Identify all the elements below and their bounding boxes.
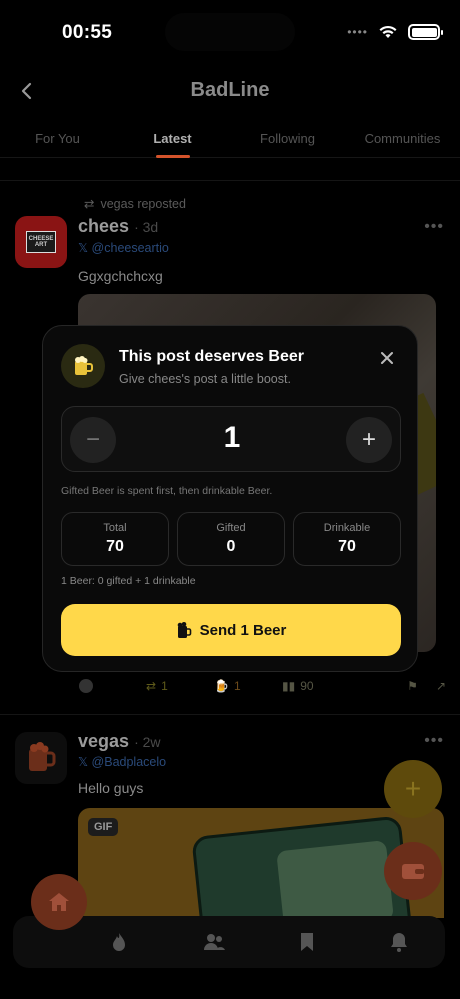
share-icon[interactable]: ↗: [436, 679, 446, 693]
stat-drinkable: Drinkable 70: [293, 512, 401, 566]
bookmark-icon[interactable]: ⚑: [407, 679, 418, 693]
modal-subtitle: Give chees's post a little boost.: [119, 372, 291, 386]
send-beer-button[interactable]: Send 1 Beer: [61, 604, 401, 656]
beer-mug-icon: [29, 742, 56, 771]
post-age: · 2w: [134, 734, 161, 750]
beer-breakdown: 1 Beer: 0 gifted + 1 drinkable: [61, 575, 196, 587]
close-icon[interactable]: [379, 350, 395, 366]
stat-value: 70: [338, 538, 356, 555]
handle-text: @cheeseartio: [91, 241, 169, 255]
fire-icon[interactable]: [110, 932, 128, 952]
app-header: BadLine: [0, 70, 460, 116]
plus-icon: +: [361, 426, 376, 453]
repost-count: 1: [161, 679, 168, 693]
comment-button[interactable]: [78, 678, 146, 694]
stat-value: 0: [226, 538, 236, 555]
page-title: BadLine: [190, 79, 270, 101]
beer-mug-icon: [177, 622, 191, 638]
post-handle[interactable]: 𝕏 @cheeseartio: [78, 240, 169, 255]
stat-gifted: Gifted 0: [177, 512, 285, 566]
home-icon: [49, 893, 69, 911]
gif-badge: GIF: [88, 818, 119, 836]
post-text: Hello guys: [78, 780, 144, 796]
post-divider: [0, 714, 460, 715]
repost-indicator: ⇄ vegas reposted: [84, 196, 186, 212]
repost-count-icon: ⇄: [146, 679, 157, 693]
bottom-nav: [13, 916, 445, 968]
views-button[interactable]: ▮▮ 90: [282, 679, 392, 693]
author-name: chees: [78, 216, 130, 236]
beer-gift-modal: This post deserves Beer Give chees's pos…: [42, 325, 418, 672]
post-end-actions: ⚑ ↗: [407, 679, 446, 693]
wallet-icon: [402, 864, 424, 879]
bell-icon[interactable]: [390, 932, 408, 952]
handle-text: @Badplacelo: [91, 755, 167, 769]
avatar[interactable]: CHEESE ART: [15, 216, 67, 268]
stat-value: 70: [106, 538, 124, 555]
status-time: 00:55: [62, 22, 113, 43]
status-bar: 00:55 ••••: [0, 0, 460, 70]
battery-icon: [408, 24, 443, 40]
x-icon: 𝕏: [78, 755, 92, 769]
bookmark-nav-icon[interactable]: [299, 932, 315, 952]
spending-note: Gifted Beer is spent first, then drinkab…: [61, 485, 273, 497]
post-author[interactable]: chees · 3d: [78, 216, 158, 237]
stat-label: Total: [103, 522, 127, 534]
status-icons: ••••: [347, 24, 443, 40]
more-options-icon[interactable]: •••: [424, 218, 444, 236]
beer-icon: 🍺: [214, 679, 229, 693]
stat-total: Total 70: [61, 512, 169, 566]
tab-latest[interactable]: Latest: [115, 118, 230, 158]
post-actions: ⇄ 1 🍺 1 ▮▮ 90 ⚑ ↗: [78, 678, 446, 694]
media-illustration: [191, 815, 415, 918]
stat-label: Gifted: [216, 522, 246, 534]
beer-button[interactable]: 🍺 1: [214, 679, 282, 693]
chart-icon: ▮▮: [282, 679, 296, 693]
modal-title: This post deserves Beer: [119, 348, 304, 365]
home-button[interactable]: [31, 874, 87, 930]
send-button-label: Send 1 Beer: [199, 621, 287, 639]
more-options-icon[interactable]: •••: [424, 732, 444, 750]
repost-button[interactable]: ⇄ 1: [146, 679, 214, 693]
repost-text: vegas reposted: [100, 196, 186, 211]
increment-button[interactable]: +: [346, 417, 392, 463]
tab-for-you[interactable]: For You: [0, 118, 115, 157]
wallet-button[interactable]: [384, 842, 442, 900]
wifi-icon: [379, 25, 397, 38]
post-author[interactable]: vegas · 2w: [78, 731, 161, 752]
tab-following[interactable]: Following: [230, 118, 345, 157]
quantity-stepper: − 1 +: [61, 406, 401, 472]
add-post-button[interactable]: +: [384, 760, 442, 818]
x-icon: 𝕏: [78, 241, 92, 255]
feed-tabs: For You Latest Following Communities: [0, 118, 460, 158]
views-count: 90: [300, 679, 314, 693]
avatar[interactable]: [15, 732, 67, 784]
dynamic-island: [165, 13, 295, 51]
people-icon[interactable]: [203, 933, 225, 951]
avatar-logo: CHEESE ART: [26, 231, 56, 253]
tab-communities[interactable]: Communities: [345, 118, 460, 157]
plus-icon: +: [404, 773, 422, 804]
beer-mug-icon: [75, 356, 93, 375]
post-age: · 3d: [134, 219, 159, 235]
signal-icon: ••••: [347, 25, 368, 39]
beer-count: 1: [233, 679, 241, 693]
stat-label: Drinkable: [323, 522, 371, 534]
beer-icon-badge: [61, 344, 105, 388]
post-text: Ggxgchchcxg: [78, 268, 163, 284]
repost-icon: ⇄: [84, 197, 95, 211]
author-name: vegas: [78, 731, 130, 751]
post-handle[interactable]: 𝕏 @Badplacelo: [78, 754, 166, 769]
balance-stats: Total 70 Gifted 0 Drinkable 70: [61, 512, 401, 566]
post-divider: [0, 180, 460, 181]
comment-icon: [79, 679, 93, 693]
